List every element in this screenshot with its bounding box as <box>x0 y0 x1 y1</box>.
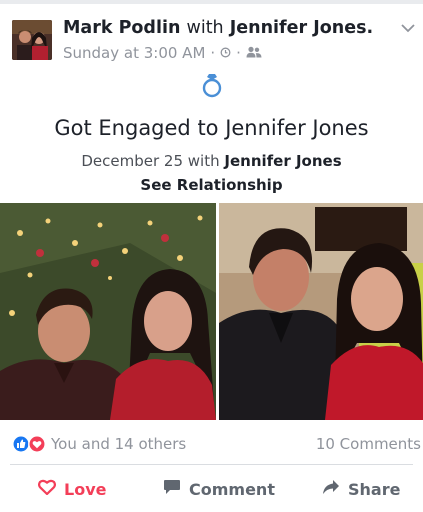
author-line: Mark Podlin with Jennifer Jones. <box>63 18 373 38</box>
reactions-summary[interactable]: You and 14 others <box>51 435 186 453</box>
share-label: Share <box>348 479 401 499</box>
author-avatar[interactable] <box>12 20 52 60</box>
friends-icon[interactable] <box>246 44 262 62</box>
event-date: December 25 <box>81 152 183 170</box>
event-with: with <box>187 152 220 170</box>
meta-separator-2: · <box>236 44 241 62</box>
tagged-name[interactable]: Jennifer Jones. <box>230 18 373 38</box>
photo-couple-indoor[interactable] <box>219 203 423 420</box>
reactions-bar: You and 14 others 10 Comments <box>0 428 423 458</box>
life-event: Got Engaged to Jennifer Jones December 2… <box>0 72 423 194</box>
share-icon <box>322 479 340 499</box>
clock-icon <box>220 44 231 62</box>
actions-divider <box>10 464 413 465</box>
chevron-down-icon[interactable] <box>399 20 417 34</box>
comment-button[interactable]: Comment <box>163 476 275 502</box>
meta-separator: · <box>210 44 216 62</box>
event-title: Got Engaged to Jennifer Jones <box>54 116 369 140</box>
engagement-ring-icon <box>200 72 224 98</box>
top-divider <box>0 0 423 4</box>
love-label: Love <box>64 479 107 499</box>
action-bar: Love Comment Share <box>0 470 423 508</box>
post-timestamp[interactable]: Sunday at 3:00 AM <box>63 44 205 62</box>
share-button[interactable]: Share <box>322 476 400 502</box>
event-subtitle: December 25 with Jennifer Jones <box>0 152 423 170</box>
see-relationship-link[interactable]: See Relationship <box>0 176 423 194</box>
reaction-icons[interactable] <box>12 435 48 453</box>
comment-icon <box>163 479 181 499</box>
author-name[interactable]: Mark Podlin <box>63 18 180 38</box>
post-header: Mark Podlin with Jennifer Jones. Sunday … <box>0 6 423 68</box>
comments-count[interactable]: 10 Comments <box>316 435 421 453</box>
post-meta: Sunday at 3:00 AM · · <box>63 44 262 62</box>
heart-icon <box>38 479 56 499</box>
event-partner[interactable]: Jennifer Jones <box>224 152 341 170</box>
photo-grid <box>0 203 423 420</box>
comment-label: Comment <box>189 479 275 499</box>
photo-christmas-tree[interactable] <box>0 203 216 420</box>
love-button[interactable]: Love <box>38 476 106 502</box>
with-text: with <box>186 18 224 38</box>
